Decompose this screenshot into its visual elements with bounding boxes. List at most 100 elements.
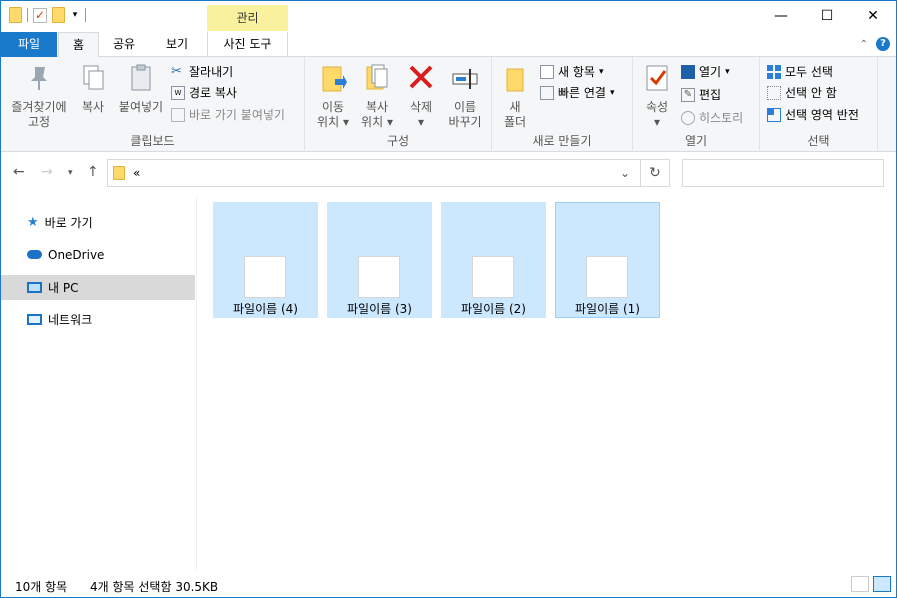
new-group: 새 폴더 새 항목 ▾ 빠른 연결 ▾ 새로 만들기 bbox=[492, 57, 633, 152]
collapse-ribbon-icon[interactable]: ⌃ bbox=[860, 39, 868, 50]
copy-path-button[interactable]: W 경로 복사 bbox=[171, 84, 237, 101]
cut-button[interactable]: ✂ 잘라내기 bbox=[171, 63, 233, 80]
large-icons-view-icon[interactable] bbox=[873, 576, 891, 592]
paste-label: 붙여넣기 bbox=[118, 100, 164, 114]
customize-dropdown-icon[interactable]: ▾ bbox=[70, 10, 80, 20]
nav-network[interactable]: 네트워크 bbox=[1, 307, 195, 332]
organize-group: 이동 위치 ▾ 복사 위치 ▾ 삭제 ▾ 이름 바꾸기 구성 bbox=[305, 57, 492, 152]
copy-path-icon: W bbox=[171, 85, 185, 100]
forward-icon[interactable]: → bbox=[41, 164, 53, 180]
invert-selection-button[interactable]: 선택 영역 반전 bbox=[767, 106, 859, 123]
file-explorer-window: ✓ ▾ 관리 — ☐ ✕ 파일 홈 공유 보기 사진 도구 ⌃ ? 즐겨찾기에 … bbox=[0, 0, 897, 598]
select-group: 모두 선택 선택 안 함 선택 영역 반전 선택 bbox=[760, 57, 878, 152]
history-button[interactable]: 히스토리 bbox=[681, 109, 743, 126]
new-item-button[interactable]: 새 항목 ▾ bbox=[540, 63, 603, 80]
invert-selection-icon bbox=[767, 107, 781, 122]
invert-selection-label: 선택 영역 반전 bbox=[785, 108, 859, 122]
move-to-button[interactable]: 이동 위치 ▾ bbox=[311, 63, 355, 130]
select-all-button[interactable]: 모두 선택 bbox=[767, 63, 833, 80]
paste-icon bbox=[131, 64, 151, 91]
search-input[interactable] bbox=[682, 159, 884, 187]
up-icon[interactable]: ↑ bbox=[87, 164, 99, 180]
paste-shortcut-button[interactable]: 바로 가기 붙여넣기 bbox=[171, 106, 285, 123]
navigation-pane: ★ 바로 가기 OneDrive 내 PC 네트워크 bbox=[1, 196, 197, 571]
help-icon[interactable]: ? bbox=[876, 37, 890, 51]
tab-file[interactable]: 파일 bbox=[1, 32, 57, 57]
copy-icon bbox=[83, 65, 104, 90]
properties-label: 속성 bbox=[645, 100, 669, 114]
open-dropdown-icon: ▾ bbox=[725, 66, 730, 77]
new-item-dropdown-icon: ▾ bbox=[598, 66, 604, 77]
properties-dropdown-icon[interactable]: ▾ bbox=[639, 115, 675, 130]
select-all-icon bbox=[767, 64, 781, 79]
tab-view[interactable]: 보기 bbox=[149, 32, 205, 57]
edit-icon: ✎ bbox=[681, 87, 695, 102]
delete-dropdown-icon[interactable]: ▾ bbox=[403, 115, 439, 130]
computer-icon bbox=[27, 282, 42, 293]
easy-access-label: 빠른 연결 bbox=[558, 86, 606, 100]
minimize-button[interactable]: — bbox=[758, 1, 804, 31]
file-thumbnail bbox=[472, 256, 514, 298]
select-none-button[interactable]: 선택 안 함 bbox=[767, 84, 837, 101]
delete-button[interactable]: 삭제 ▾ bbox=[403, 63, 439, 130]
copy-path-label: 경로 복사 bbox=[189, 86, 237, 100]
back-icon[interactable]: ← bbox=[13, 164, 25, 180]
address-dropdown-icon[interactable]: ⌄ bbox=[620, 166, 630, 180]
nav-onedrive[interactable]: OneDrive bbox=[1, 242, 195, 267]
file-thumbnail bbox=[244, 256, 286, 298]
tab-share[interactable]: 공유 bbox=[102, 32, 146, 57]
open-button[interactable]: 열기 ▾ bbox=[681, 63, 730, 80]
ribbon-controls: ⌃ ? bbox=[860, 37, 890, 51]
new-folder-button[interactable]: 새 폴더 bbox=[498, 63, 532, 130]
address-bar[interactable]: « ⌄ bbox=[107, 159, 641, 187]
file-item[interactable]: 파일이름 (4) bbox=[213, 202, 318, 318]
nav-this-pc[interactable]: 내 PC bbox=[1, 275, 195, 300]
tab-home[interactable]: 홈 bbox=[58, 32, 99, 58]
move-label-2: 위치 ▾ bbox=[317, 115, 349, 129]
details-view-icon[interactable] bbox=[851, 576, 869, 592]
open-group: 속성 ▾ 열기 ▾ ✎ 편집 히스토리 열기 bbox=[633, 57, 760, 152]
tab-picture-tools[interactable]: 사진 도구 bbox=[207, 32, 288, 57]
star-icon: ★ bbox=[27, 215, 39, 230]
properties-button[interactable]: 속성 ▾ bbox=[639, 63, 675, 130]
manage-contextual-tab[interactable]: 관리 bbox=[207, 5, 288, 31]
refresh-button[interactable]: ↻ bbox=[641, 159, 670, 187]
select-none-icon bbox=[767, 85, 781, 100]
new-folder-icon[interactable] bbox=[52, 7, 65, 23]
folder-icon bbox=[113, 166, 125, 180]
copy-to-icon bbox=[366, 64, 388, 90]
clipboard-group-label: 클립보드 bbox=[130, 134, 175, 148]
title-bar: ✓ ▾ 관리 — ☐ ✕ bbox=[1, 1, 896, 32]
file-item[interactable]: 파일이름 (1) bbox=[555, 202, 660, 318]
ribbon: 즐겨찾기에 고정 복사 붙여넣기 ✂ 잘라내기 W 경로 복사 바로 가기 붙여… bbox=[1, 57, 896, 152]
new-item-label: 새 항목 bbox=[558, 65, 595, 79]
properties-check-icon[interactable]: ✓ bbox=[33, 7, 47, 23]
nav-network-label: 네트워크 bbox=[48, 313, 93, 327]
easy-access-icon bbox=[540, 85, 554, 100]
paste-button[interactable]: 붙여넣기 bbox=[115, 63, 167, 115]
breadcrumb[interactable]: « bbox=[133, 166, 140, 180]
copy-button[interactable]: 복사 bbox=[73, 63, 113, 115]
file-name: 파일이름 (3) bbox=[347, 302, 412, 316]
rename-label-2: 바꾸기 bbox=[448, 115, 482, 129]
maximize-button[interactable]: ☐ bbox=[804, 1, 850, 31]
copy-to-button[interactable]: 복사 위치 ▾ bbox=[355, 63, 399, 130]
file-list: 파일이름 (4) 파일이름 (3) 파일이름 (2) 파일이름 (1) bbox=[198, 196, 896, 571]
copy-to-label: 복사 bbox=[365, 100, 389, 114]
file-name: 파일이름 (1) bbox=[575, 302, 640, 316]
file-item[interactable]: 파일이름 (2) bbox=[441, 202, 546, 318]
file-item[interactable]: 파일이름 (3) bbox=[327, 202, 432, 318]
pin-to-quick-access-button[interactable]: 즐겨찾기에 고정 bbox=[7, 63, 71, 130]
status-bar: 10개 항목 4개 항목 선택함 30.5KB bbox=[1, 571, 896, 597]
history-label: 히스토리 bbox=[699, 111, 744, 125]
rename-button[interactable]: 이름 바꾸기 bbox=[443, 63, 487, 130]
delete-label: 삭제 bbox=[409, 100, 433, 114]
close-button[interactable]: ✕ bbox=[850, 1, 896, 31]
recent-locations-icon[interactable]: ▾ bbox=[68, 168, 73, 178]
new-group-label: 새로 만들기 bbox=[532, 134, 592, 148]
edit-button[interactable]: ✎ 편집 bbox=[681, 86, 721, 103]
item-count: 10개 항목 bbox=[15, 580, 68, 594]
easy-access-button[interactable]: 빠른 연결 ▾ bbox=[540, 84, 615, 101]
nav-quick-access[interactable]: ★ 바로 가기 bbox=[1, 210, 195, 235]
file-thumbnail bbox=[586, 256, 628, 298]
